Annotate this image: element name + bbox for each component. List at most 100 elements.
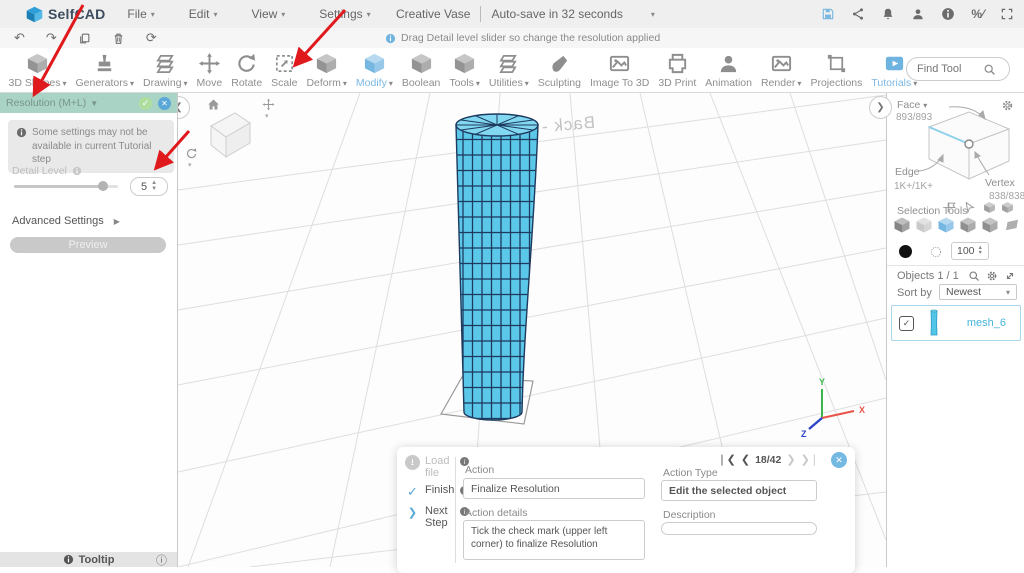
menu-file[interactable]: File ▾ xyxy=(127,7,154,21)
collapse-right-panel-button[interactable]: ❯ xyxy=(869,96,892,119)
multi-cube-icon[interactable] xyxy=(983,201,996,214)
home-view-icon[interactable] xyxy=(206,97,221,112)
last-page-icon[interactable]: ❯❘ xyxy=(801,453,819,466)
toolbar-item-animation[interactable]: Animation xyxy=(701,48,757,89)
camera-mode-icon[interactable] xyxy=(262,98,275,111)
prev-page-icon[interactable]: ❮ xyxy=(741,453,750,466)
toolbar-item-drawing[interactable]: Drawing ▾ xyxy=(139,48,193,89)
toolbar-item-deform[interactable]: Deform ▾ xyxy=(302,48,351,89)
face-mode-label[interactable]: Face ▾ xyxy=(897,99,927,111)
toolbar-item-3d-shapes[interactable]: 3D Shapes ▾ xyxy=(4,48,71,89)
cursor-select-icon[interactable] xyxy=(963,201,976,214)
stepper-arrows-icon[interactable]: ▲ ▼ xyxy=(151,180,157,192)
caret-down-icon[interactable]: ▼ xyxy=(90,99,98,108)
find-tool-input[interactable] xyxy=(915,62,977,76)
notifications-bell-icon[interactable] xyxy=(881,7,895,21)
menu-view[interactable]: View ▾ xyxy=(251,7,285,21)
save-icon[interactable] xyxy=(821,7,835,21)
user-icon[interactable] xyxy=(911,7,925,21)
view-cube[interactable] xyxy=(210,112,251,159)
caret-down-icon[interactable]: ▾ xyxy=(923,101,927,110)
toolbar-item-boolean[interactable]: Boolean xyxy=(397,48,445,89)
select-plane-icon[interactable] xyxy=(1003,216,1021,234)
toolbar-item-3d-print[interactable]: 3D Print xyxy=(654,48,701,89)
selection-size-stepper[interactable]: 100 ▲ ▼ xyxy=(951,242,989,260)
toolbar-item-tools[interactable]: Tools ▾ xyxy=(445,48,485,89)
load-file-step[interactable]: ⭳ Load file i xyxy=(405,455,469,479)
shortcuts-icon[interactable]: %⁄ xyxy=(971,7,984,21)
edge-mode-label[interactable]: Edge xyxy=(895,166,920,178)
fullscreen-icon[interactable] xyxy=(1000,7,1014,21)
info-icon xyxy=(16,127,27,138)
toolbar-item-generators[interactable]: Generators ▾ xyxy=(71,48,139,89)
tooltip-bar[interactable]: Tooltip ⓘ xyxy=(0,552,177,567)
action-type-field[interactable]: Edit the selected object xyxy=(661,480,817,501)
autosave-status[interactable]: Auto-save in 32 seconds xyxy=(491,7,622,21)
pan-tool-icon[interactable] xyxy=(185,147,198,160)
toolbar-item-move[interactable]: Move xyxy=(192,48,227,89)
find-tool-search[interactable] xyxy=(906,57,1010,81)
object-checkbox[interactable]: ✓ xyxy=(899,315,914,331)
action-details-field[interactable]: Tick the check mark (upper left corner) … xyxy=(463,520,645,560)
description-field[interactable] xyxy=(661,522,817,535)
close-icon[interactable]: ✕ xyxy=(158,96,171,110)
select-polygon-icon-active[interactable] xyxy=(937,216,955,234)
delete-icon[interactable] xyxy=(112,32,125,45)
select-wireframe-icon[interactable] xyxy=(915,216,933,234)
advanced-settings-toggle[interactable]: Advanced Settings ▶ xyxy=(12,215,120,227)
vase-mesh[interactable] xyxy=(455,113,539,421)
caret-down-icon[interactable]: ▾ xyxy=(265,112,269,120)
caret-down-icon[interactable]: ▾ xyxy=(651,10,655,19)
caret-down-icon[interactable]: ▾ xyxy=(188,161,192,169)
select-ring-icon[interactable] xyxy=(959,216,977,234)
toolbar-item-sculpting[interactable]: Sculpting xyxy=(533,48,585,89)
selfcad-logo[interactable]: SelfCAD xyxy=(26,6,105,23)
sort-select[interactable]: Newest ▾ xyxy=(939,284,1017,300)
menu-settings[interactable]: Settings ▾ xyxy=(319,7,370,21)
object-name: mesh_6 xyxy=(966,317,1006,329)
info-icon[interactable] xyxy=(941,7,955,21)
close-dialog-button[interactable]: ✕ xyxy=(831,452,847,468)
copy-icon[interactable] xyxy=(78,32,91,45)
cube-select-icon[interactable] xyxy=(1001,201,1014,214)
select-object-icon[interactable] xyxy=(893,216,911,234)
resolution-panel-header[interactable]: Resolution (M+L) ▼ ✓ ✕ xyxy=(0,93,177,113)
reload-icon[interactable]: ⟳ xyxy=(146,30,157,46)
search-icon[interactable] xyxy=(983,63,996,76)
undo-icon[interactable]: ↶ xyxy=(14,30,25,46)
toolbar-item-image-to-3d[interactable]: Image To 3D xyxy=(585,48,653,89)
slider-handle[interactable] xyxy=(98,181,108,191)
toolbar-item-rotate[interactable]: Rotate xyxy=(227,48,267,89)
expand-objects-icon[interactable] xyxy=(1004,270,1016,282)
toolbar-item-projections[interactable]: Projections xyxy=(806,48,867,89)
search-objects-icon[interactable] xyxy=(968,270,980,282)
paint-select-color-swatch[interactable] xyxy=(899,245,912,258)
flag-icon[interactable] xyxy=(945,201,958,214)
detail-level-stepper[interactable]: 5 ▲ ▼ xyxy=(130,177,168,196)
objects-settings-gear-icon[interactable] xyxy=(986,270,998,282)
stepper-arrows-icon[interactable]: ▲ ▼ xyxy=(978,245,983,257)
action-field[interactable]: Finalize Resolution xyxy=(463,478,645,499)
next-step-button[interactable]: ❯ Next Step i xyxy=(405,505,469,529)
toolbar-item-render[interactable]: Render ▾ xyxy=(756,48,805,89)
vertex-mode-label[interactable]: Vertex xyxy=(985,177,1015,189)
project-name[interactable]: Creative Vase xyxy=(396,7,470,21)
toolbar-item-utilities[interactable]: Utilities ▾ xyxy=(484,48,533,89)
soft-selection-icon[interactable] xyxy=(929,245,943,259)
first-page-icon[interactable]: ❘❮ xyxy=(717,453,735,466)
detail-level-slider[interactable] xyxy=(14,181,118,191)
detail-level-value[interactable]: 5 xyxy=(141,181,147,193)
next-page-icon[interactable]: ❯ xyxy=(786,453,795,466)
redo-icon[interactable]: ↷ xyxy=(46,30,57,46)
selection-size-value[interactable]: 100 xyxy=(957,245,975,257)
share-icon[interactable] xyxy=(851,7,865,21)
confirm-check-icon[interactable]: ✓ xyxy=(139,96,152,110)
object-list-item[interactable]: ✓ mesh_6 xyxy=(891,305,1021,341)
select-half-icon[interactable] xyxy=(981,216,999,234)
toolbar-item-modify[interactable]: Modify ▾ xyxy=(351,48,397,89)
menu-edit[interactable]: Edit ▾ xyxy=(189,7,218,21)
info-icon[interactable]: ⓘ xyxy=(156,552,167,568)
toolbar-item-scale[interactable]: Scale xyxy=(267,48,302,89)
preview-button[interactable]: Preview xyxy=(10,237,166,253)
finish-step[interactable]: ✓ Finish i xyxy=(405,484,469,499)
